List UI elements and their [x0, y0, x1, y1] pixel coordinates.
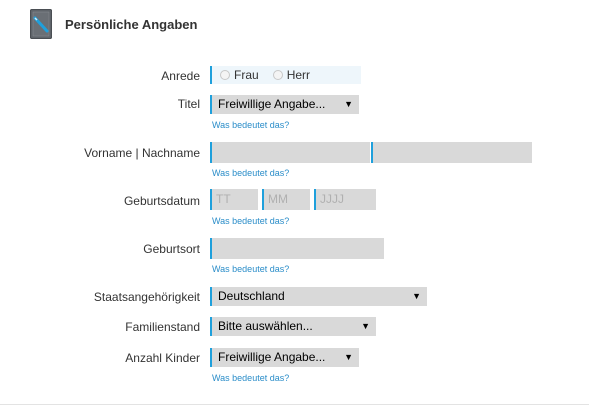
- section-divider: [0, 404, 589, 405]
- kinder-label: Anzahl Kinder: [125, 351, 200, 365]
- titel-select[interactable]: Freiwillige Angabe... ▼: [210, 95, 359, 114]
- radio-circle-icon[interactable]: [220, 70, 230, 80]
- section-header: Persönliche Angaben: [30, 8, 197, 40]
- radio-herr[interactable]: Herr: [272, 68, 311, 82]
- help-link-geburtsdatum[interactable]: Was bedeutet das?: [212, 216, 289, 226]
- anrede-radio-group: Frau Herr: [210, 66, 361, 84]
- geburtsdatum-month-input[interactable]: MM: [262, 189, 310, 210]
- help-link-kinder[interactable]: Was bedeutet das?: [212, 373, 289, 383]
- radio-circle-icon[interactable]: [272, 70, 283, 80]
- kinder-select-value: Freiwillige Angabe...: [218, 350, 326, 364]
- geburtsdatum-label: Geburtsdatum: [123, 194, 200, 208]
- staatsangehoerigkeit-select[interactable]: Deutschland ▼: [210, 287, 427, 306]
- pen-notebook-icon: [30, 9, 52, 39]
- day-placeholder: TT: [216, 192, 231, 206]
- month-placeholder: MM: [268, 192, 288, 206]
- staatsangehoerigkeit-label: Staatsangehörigkeit: [93, 290, 200, 304]
- titel-label: Titel: [177, 97, 200, 111]
- familienstand-label: Familienstand: [125, 320, 200, 334]
- geburtsdatum-day-input[interactable]: TT: [210, 189, 258, 210]
- vorname-input[interactable]: [210, 142, 370, 163]
- radio-frau[interactable]: Frau: [220, 68, 259, 82]
- staatsangehoerigkeit-select-value: Deutschland: [218, 289, 285, 303]
- geburtsort-label: Geburtsort: [143, 242, 200, 256]
- help-link-titel[interactable]: Was bedeutet das?: [212, 120, 289, 130]
- titel-select-value: Freiwillige Angabe...: [218, 97, 326, 111]
- chevron-down-icon: ▼: [344, 99, 353, 109]
- kinder-select[interactable]: Freiwillige Angabe... ▼: [210, 348, 359, 367]
- radio-frau-label: Frau: [234, 68, 259, 82]
- help-link-name[interactable]: Was bedeutet das?: [212, 168, 289, 178]
- chevron-down-icon: ▼: [344, 352, 353, 362]
- familienstand-select-value: Bitte auswählen...: [218, 319, 313, 333]
- chevron-down-icon: ▼: [412, 291, 421, 301]
- anrede-label: Anrede: [161, 69, 200, 83]
- section-title: Persönliche Angaben: [65, 16, 198, 32]
- geburtsort-input[interactable]: [210, 238, 384, 259]
- name-label: Vorname | Nachname: [84, 146, 200, 160]
- familienstand-select[interactable]: Bitte auswählen... ▼: [210, 317, 376, 336]
- year-placeholder: JJJJ: [320, 192, 344, 206]
- help-link-geburtsort[interactable]: Was bedeutet das?: [212, 264, 289, 274]
- radio-herr-label: Herr: [286, 68, 311, 82]
- geburtsdatum-year-input[interactable]: JJJJ: [314, 189, 376, 210]
- nachname-input[interactable]: [371, 142, 532, 163]
- chevron-down-icon: ▼: [361, 321, 370, 331]
